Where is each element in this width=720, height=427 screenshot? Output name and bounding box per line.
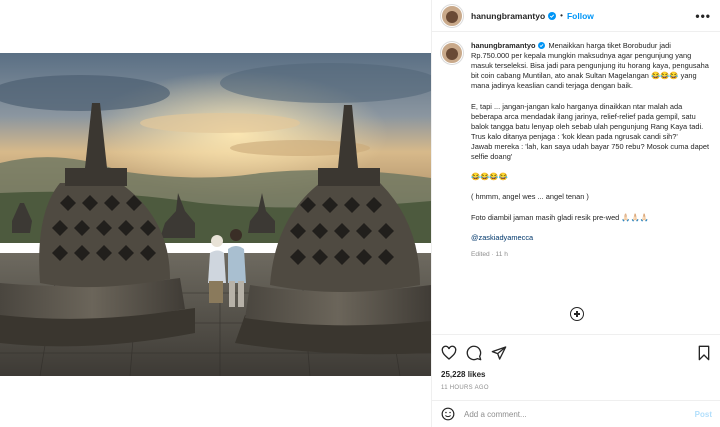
- post-sidebar: hanungbramantyo • Follow ••• hanungbrama…: [431, 0, 720, 427]
- post-header: hanungbramantyo • Follow •••: [432, 0, 720, 32]
- caption-meta: Edited · 11 h: [471, 250, 508, 258]
- caption-text: hanungbramantyo Menaikkan harga tiket Bor…: [471, 41, 711, 260]
- caption: hanungbramantyo Menaikkan harga tiket Bor…: [441, 41, 711, 260]
- likes-count[interactable]: 25,228 likes: [441, 370, 712, 379]
- caption-para-2: E, tapi ... jangan-jangan kalo harganya …: [471, 101, 710, 162]
- verified-badge-icon: [548, 11, 557, 20]
- post-comment-button[interactable]: Post: [695, 410, 712, 419]
- post-actions: 25,228 likes 11 HOURS AGO: [432, 334, 720, 394]
- header-username[interactable]: hanungbramantyo: [471, 11, 545, 21]
- mention-link[interactable]: @zaskiadyamecca: [471, 233, 533, 242]
- caption-avatar[interactable]: [441, 42, 463, 64]
- caption-para-3: 😂😂😂😂: [471, 172, 508, 182]
- caption-area: hanungbramantyo Menaikkan harga tiket Bor…: [432, 33, 720, 333]
- post-media-panel: [0, 0, 431, 427]
- action-icons: [441, 344, 712, 362]
- comment-input[interactable]: [464, 409, 684, 419]
- more-options-icon[interactable]: •••: [695, 9, 711, 23]
- comment-bar: Post: [432, 400, 720, 427]
- avatar[interactable]: [441, 4, 463, 27]
- follow-button[interactable]: Follow: [567, 11, 594, 21]
- bookmark-icon[interactable]: [696, 345, 712, 361]
- plus-circle-icon[interactable]: [570, 307, 584, 321]
- paper-plane-icon[interactable]: [491, 345, 507, 361]
- header-separator: •: [560, 11, 563, 20]
- comment-bubble-icon[interactable]: [466, 345, 482, 361]
- borobudur-photo: [0, 53, 431, 376]
- caption-para-4: ( hmmm, angel wes ... angel tenan ): [471, 192, 589, 202]
- heart-icon[interactable]: [441, 345, 457, 361]
- verified-badge-icon: [538, 42, 546, 49]
- caption-para-5: Foto diambil jaman masih gladi resik pre…: [471, 212, 649, 222]
- smiley-icon[interactable]: [441, 407, 455, 421]
- post-photo[interactable]: [0, 53, 431, 376]
- post-time: 11 HOURS AGO: [441, 385, 489, 391]
- caption-username[interactable]: hanungbramantyo: [471, 41, 535, 50]
